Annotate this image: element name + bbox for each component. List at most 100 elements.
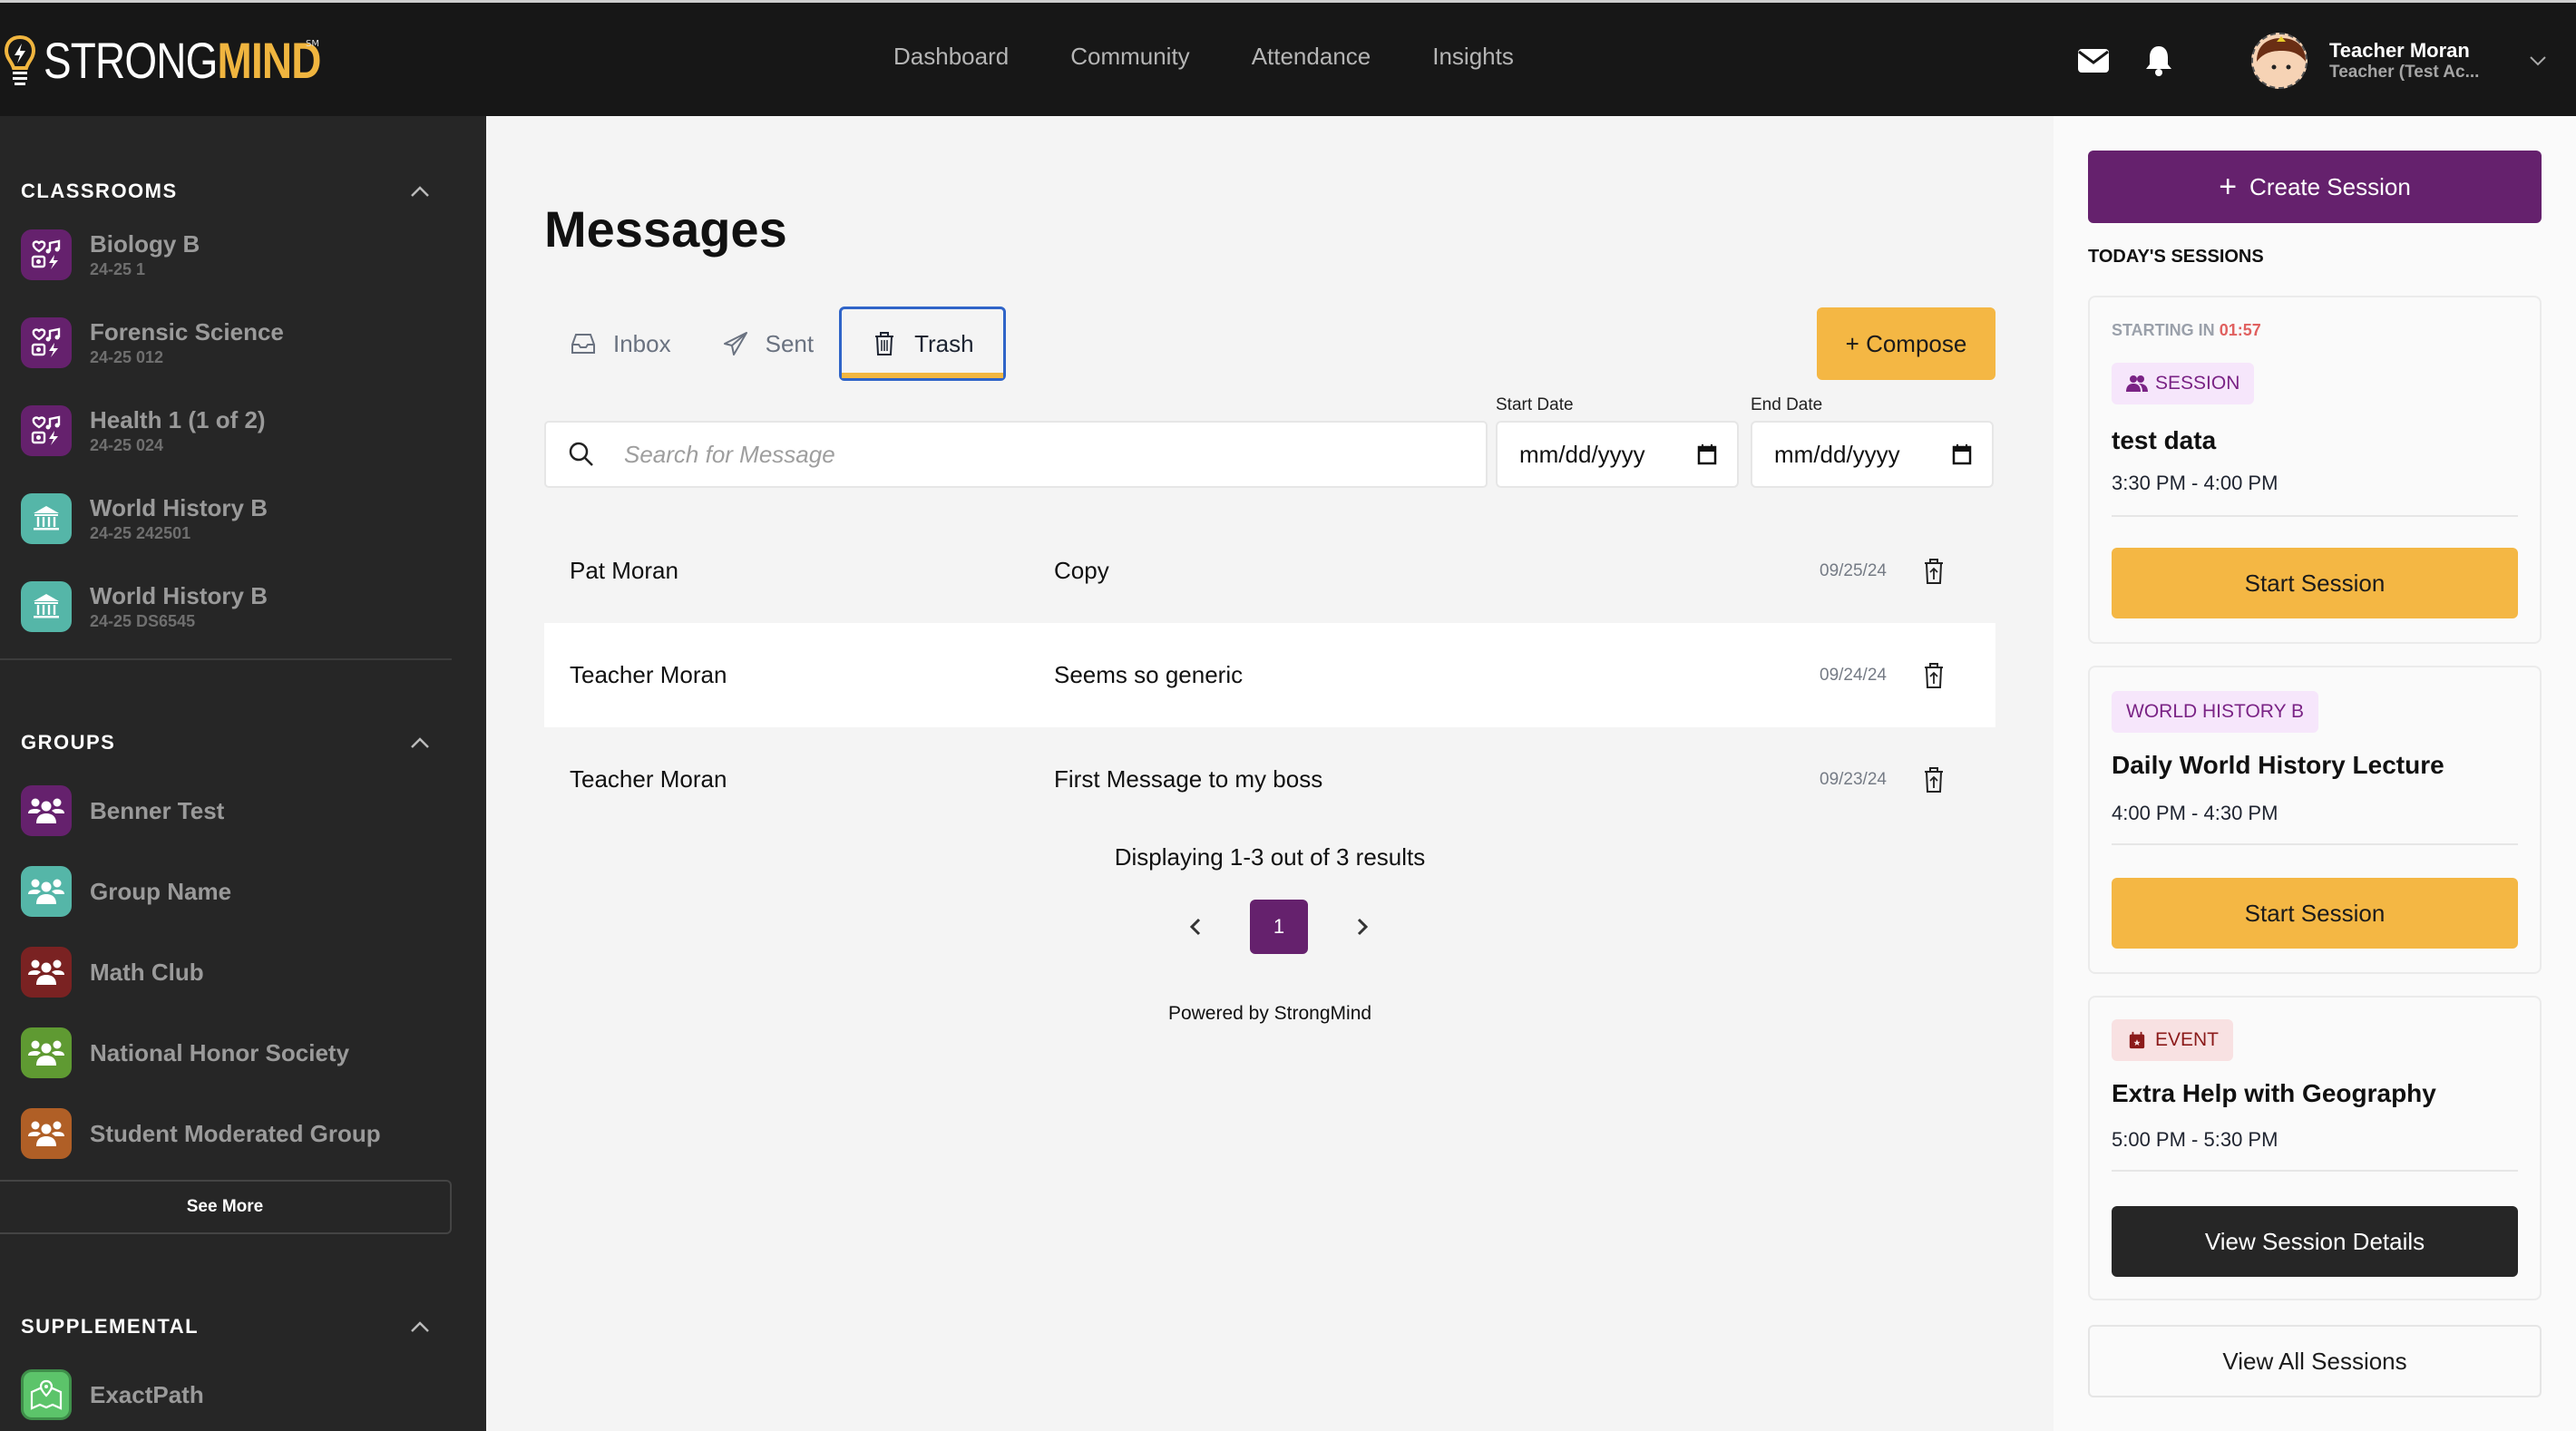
chevron-up-icon[interactable] bbox=[409, 184, 431, 199]
mail-icon[interactable] bbox=[2075, 43, 2112, 79]
group-name: Benner Test bbox=[90, 796, 225, 824]
classroom-name: Biology B bbox=[90, 230, 200, 258]
message-row[interactable]: Teacher Moran First Message to my boss 0… bbox=[544, 727, 1995, 832]
plus-icon: + bbox=[2219, 169, 2238, 204]
end-date-field[interactable]: mm/dd/yyyy bbox=[1751, 421, 1994, 488]
sidebar-item-classroom[interactable]: Forensic Science 24-25 012 bbox=[21, 317, 284, 368]
sidebar-item-group[interactable]: Benner Test bbox=[21, 785, 224, 836]
calendar-icon[interactable] bbox=[1952, 443, 1972, 465]
sidebar-item-group[interactable]: Group Name bbox=[21, 866, 231, 917]
create-session-label: Create Session bbox=[2249, 172, 2411, 200]
nav-dashboard[interactable]: Dashboard bbox=[893, 43, 1009, 71]
session-card: WORLD HISTORY B Daily World History Lect… bbox=[2088, 666, 2542, 974]
results-count: Displaying 1-3 out of 3 results bbox=[1114, 843, 1426, 871]
session-card: STARTING IN 01:57 SESSION test data 3:30… bbox=[2088, 296, 2542, 644]
message-date: 09/23/24 bbox=[1820, 769, 1887, 789]
search-input[interactable] bbox=[624, 440, 1440, 469]
view-all-sessions-button[interactable]: View All Sessions bbox=[2088, 1325, 2542, 1397]
message-search[interactable] bbox=[544, 421, 1488, 488]
calendar-star-icon bbox=[2129, 1031, 2145, 1049]
event-badge: EVENT bbox=[2112, 1019, 2234, 1061]
sidebar-item-exactpath[interactable]: ExactPath bbox=[21, 1369, 204, 1420]
sidebar-item-label: ExactPath bbox=[90, 1380, 204, 1408]
user-name: Teacher Moran bbox=[2329, 39, 2470, 62]
messages-main: Messages Inbox Sent Trash + Compose Star… bbox=[486, 116, 2054, 1431]
inbox-icon bbox=[571, 334, 595, 354]
session-card: EVENT Extra Help with Geography 5:00 PM … bbox=[2088, 996, 2542, 1300]
nav-community[interactable]: Community bbox=[1070, 43, 1189, 71]
group-name: National Honor Society bbox=[90, 1038, 350, 1066]
tab-label: Trash bbox=[914, 329, 974, 357]
nav-attendance[interactable]: Attendance bbox=[1252, 43, 1371, 71]
sidebar-item-group[interactable]: Math Club bbox=[21, 947, 204, 998]
classroom-code: 24-25 024 bbox=[90, 436, 164, 454]
classroom-code: 24-25 242501 bbox=[90, 524, 191, 542]
badge-label: SESSION bbox=[2155, 373, 2240, 394]
session-time: 3:30 PM - 4:00 PM bbox=[2112, 472, 2278, 494]
calendar-icon[interactable] bbox=[1697, 443, 1717, 465]
chevron-left-icon[interactable] bbox=[1186, 916, 1205, 938]
message-subject: Seems so generic bbox=[1054, 661, 1244, 688]
end-date-label: End Date bbox=[1751, 395, 1823, 414]
nav-insights[interactable]: Insights bbox=[1432, 43, 1514, 71]
landmark-icon bbox=[21, 581, 72, 632]
sidebar-item-classroom[interactable]: Biology B 24-25 1 bbox=[21, 229, 200, 280]
trash-icon bbox=[875, 332, 894, 355]
main-nav: Dashboard Community Attendance Insights bbox=[893, 43, 1576, 71]
tab-trash[interactable]: Trash bbox=[839, 307, 1006, 381]
strongmind-logo[interactable]: STRONG MIND SM bbox=[4, 34, 382, 88]
classroom-name: World History B bbox=[90, 582, 268, 609]
restore-from-trash-icon[interactable] bbox=[1923, 662, 1945, 689]
chevron-up-icon[interactable] bbox=[409, 735, 431, 750]
restore-from-trash-icon[interactable] bbox=[1923, 558, 1945, 585]
top-header: STRONG MIND SM Dashboard Community Attend… bbox=[0, 0, 2576, 116]
sidebar-item-classroom[interactable]: Health 1 (1 of 2) 24-25 024 bbox=[21, 405, 266, 456]
sidebar-item-group[interactable]: National Honor Society bbox=[21, 1027, 349, 1078]
sidebar-item-classroom[interactable]: World History B 24-25 DS6545 bbox=[21, 581, 268, 632]
page-button-current[interactable]: 1 bbox=[1250, 900, 1308, 954]
start-session-button[interactable]: Start Session bbox=[2112, 548, 2518, 618]
sidebar-item-classroom[interactable]: World History B 24-25 242501 bbox=[21, 493, 268, 544]
start-date-field[interactable]: mm/dd/yyyy bbox=[1496, 421, 1739, 488]
create-session-button[interactable]: + Create Session bbox=[2088, 151, 2542, 223]
starting-label: STARTING IN bbox=[2112, 321, 2215, 339]
message-row[interactable]: Teacher Moran Seems so generic 09/24/24 bbox=[544, 623, 1995, 727]
message-row[interactable]: Pat Moran Copy 09/25/24 bbox=[544, 519, 1995, 623]
classroom-name: Forensic Science bbox=[90, 318, 284, 346]
todays-sessions-title: TODAY'S SESSIONS bbox=[2088, 247, 2264, 267]
service-mark: SM bbox=[306, 39, 319, 49]
view-session-details-button[interactable]: View Session Details bbox=[2112, 1206, 2518, 1277]
users-group-icon bbox=[21, 1027, 72, 1078]
message-subject: Copy bbox=[1054, 557, 1109, 584]
supplemental-header[interactable]: SUPPLEMENTAL bbox=[21, 1315, 431, 1339]
classroom-code: 24-25 1 bbox=[90, 260, 146, 278]
compose-button[interactable]: + Compose bbox=[1817, 307, 1995, 380]
session-class-badge: WORLD HISTORY B bbox=[2112, 691, 2319, 733]
user-avatar[interactable] bbox=[2251, 33, 2308, 89]
groups-title: GROUPS bbox=[21, 731, 116, 754]
group-name: Math Club bbox=[90, 958, 204, 986]
see-more-button[interactable]: See More bbox=[0, 1180, 452, 1234]
user-info[interactable]: Teacher Moran Teacher (Test Ac... bbox=[2329, 39, 2502, 83]
restore-from-trash-icon[interactable] bbox=[1923, 766, 1945, 793]
tab-sent[interactable]: Sent bbox=[697, 307, 840, 381]
end-date-value: mm/dd/yyyy bbox=[1774, 440, 1900, 468]
bell-icon[interactable] bbox=[2141, 43, 2177, 79]
page-title: Messages bbox=[544, 200, 787, 258]
classrooms-header[interactable]: CLASSROOMS bbox=[21, 180, 431, 203]
group-name: Group Name bbox=[90, 877, 232, 905]
chevron-up-icon[interactable] bbox=[409, 1319, 431, 1334]
powered-by: Powered by StrongMind bbox=[1167, 1003, 1372, 1024]
sidebar-item-group[interactable]: Student Moderated Group bbox=[21, 1108, 381, 1159]
chevron-right-icon[interactable] bbox=[1353, 916, 1371, 938]
tab-inbox[interactable]: Inbox bbox=[544, 307, 697, 381]
start-session-button[interactable]: Start Session bbox=[2112, 878, 2518, 949]
session-title: Extra Help with Geography bbox=[2112, 1079, 2436, 1107]
message-from: Teacher Moran bbox=[570, 661, 727, 688]
users-group-icon bbox=[21, 1108, 72, 1159]
groups-header[interactable]: GROUPS bbox=[21, 731, 431, 754]
message-subject: First Message to my boss bbox=[1054, 765, 1323, 793]
message-list: Pat Moran Copy 09/25/24 Teacher Moran Se… bbox=[544, 519, 1995, 832]
chevron-down-icon[interactable] bbox=[2527, 50, 2549, 72]
classroom-code: 24-25 DS6545 bbox=[90, 612, 196, 630]
